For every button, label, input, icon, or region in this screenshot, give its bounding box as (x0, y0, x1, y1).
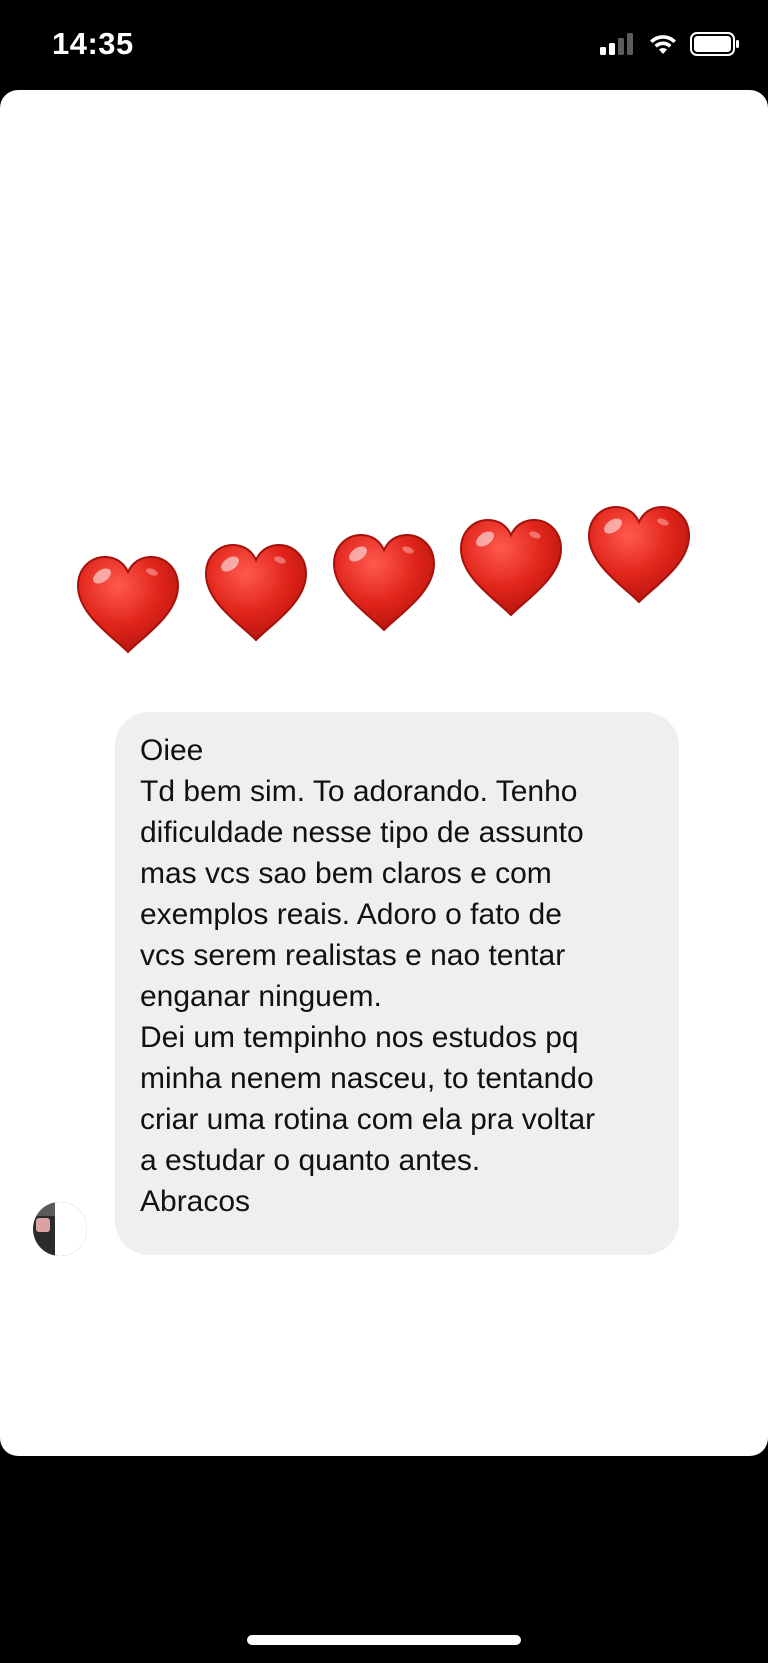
message-line: Dei um tempinho nos estudos pq minha nen… (140, 1021, 596, 1177)
home-indicator[interactable] (247, 1635, 521, 1645)
heart-icon (455, 515, 567, 619)
heart-icon (200, 540, 312, 644)
message-line: Abracos (140, 1185, 251, 1218)
wifi-icon (648, 33, 678, 55)
cellular-signal-icon (600, 33, 636, 55)
message-line: Oiee (140, 734, 204, 767)
heart-icon (328, 530, 440, 634)
heart-icon (583, 502, 695, 606)
message-bubble[interactable]: Oiee Td bem sim. To adorando. Tenho difi… (115, 712, 679, 1255)
story-reply-card: Oiee Td bem sim. To adorando. Tenho difi… (0, 90, 768, 1456)
message-line: Td bem sim. To adorando. Tenho dificulda… (140, 775, 584, 1013)
status-time: 14:35 (52, 26, 134, 61)
heart-icon (72, 552, 184, 656)
battery-icon (690, 32, 740, 56)
avatar[interactable] (33, 1202, 87, 1256)
status-icons (600, 32, 740, 56)
status-bar: 14:35 (0, 0, 768, 90)
